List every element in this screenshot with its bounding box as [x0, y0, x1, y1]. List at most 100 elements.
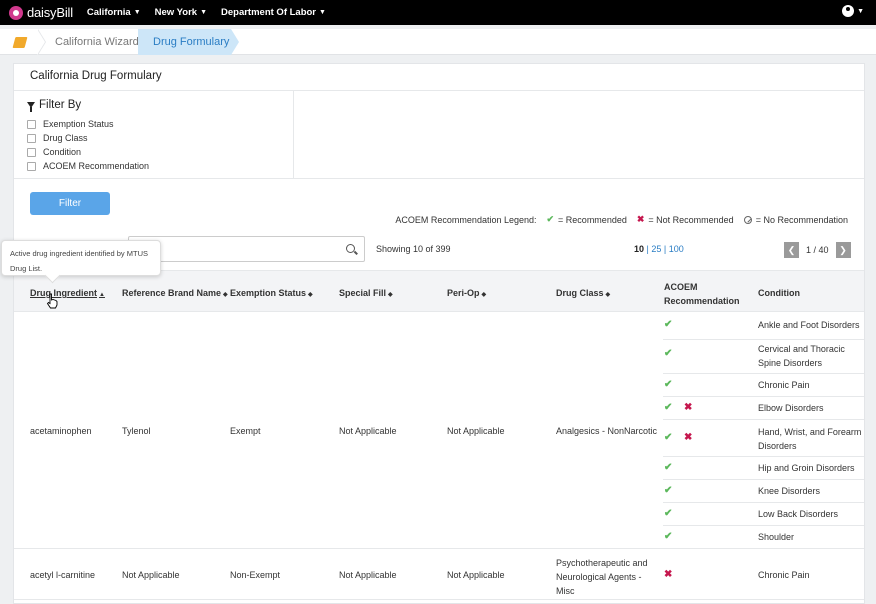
- sort-icon: ◆: [605, 292, 611, 298]
- prev-page-button[interactable]: ❮: [784, 242, 799, 258]
- divider: [663, 479, 864, 480]
- logo-text: daisyBill: [27, 5, 73, 20]
- divider: [663, 456, 864, 457]
- page-size-25[interactable]: | 25: [647, 244, 662, 254]
- user-menu[interactable]: ▼: [842, 5, 864, 17]
- filter-option-label: Condition: [43, 147, 82, 157]
- legend-no-recommendation: = No Recommendation: [755, 214, 848, 225]
- page-size-10[interactable]: 10: [634, 244, 644, 254]
- th-peri-op[interactable]: Peri-Op ◆: [447, 288, 486, 298]
- chevron-down-icon: ▼: [200, 9, 207, 16]
- filter-icon: [27, 102, 35, 112]
- recommended-icon: ✔: [664, 402, 673, 413]
- cell-condition: Chronic Pain: [758, 570, 810, 580]
- recommended-icon: ✔: [664, 348, 673, 359]
- nav-dol-label: Department Of Labor: [221, 7, 317, 18]
- filter-title: Filter By: [27, 99, 82, 112]
- th-acoem-recommendation: ACOEM Recommendation: [664, 282, 740, 306]
- th-label: Peri-Op: [447, 288, 480, 298]
- divider: [663, 419, 864, 420]
- results-count: Showing 10 of 399: [376, 244, 451, 254]
- th-exemption-status[interactable]: Exemption Status ◆: [230, 288, 313, 298]
- daisybill-logo[interactable]: daisyBill: [9, 5, 73, 20]
- filter-button[interactable]: Filter: [30, 192, 110, 215]
- recommended-icon: ✔: [664, 319, 673, 330]
- cell-brand: Not Applicable: [122, 570, 180, 580]
- divider: [663, 502, 864, 503]
- not-recommended-icon: ✖: [684, 432, 693, 443]
- breadcrumb-home[interactable]: [0, 29, 40, 55]
- cell-ingredient: acetyl l-carnitine: [30, 570, 96, 580]
- checkbox[interactable]: [27, 147, 36, 157]
- cell-special-fill: Not Applicable: [339, 570, 397, 580]
- th-special-fill[interactable]: Special Fill ◆: [339, 288, 393, 298]
- table-header: Drug Ingredient ▲ Reference Brand Name ◆ E…: [14, 270, 864, 312]
- recommended-icon: ✔: [664, 432, 673, 443]
- divider: [663, 396, 864, 397]
- cell-condition: Shoulder: [758, 532, 795, 542]
- filter-option-condition[interactable]: Condition: [27, 147, 81, 157]
- cell-condition: Hand, Wrist, and Forearm Disorders: [758, 427, 862, 451]
- recommended-icon: ✔: [664, 508, 673, 519]
- nav-california-label: California: [86, 7, 131, 18]
- recommended-icon: ✔: [664, 462, 673, 473]
- th-drug-class[interactable]: Drug Class ◆: [556, 288, 610, 298]
- nav-department-of-labor[interactable]: Department Of Labor ▼: [221, 7, 326, 18]
- no-recommendation-icon: [743, 215, 752, 224]
- th-label: Reference Brand Name: [122, 288, 222, 298]
- chevron-left-icon: ❮: [787, 244, 796, 255]
- filter-option-exemption-status[interactable]: Exemption Status: [27, 119, 114, 129]
- sort-icon: ◆: [481, 292, 487, 298]
- formulary-card: California Drug Formulary Filter By Exem…: [13, 63, 865, 604]
- filter-option-label: ACOEM Recommendation: [43, 161, 150, 171]
- page-indicator: 1 / 40: [806, 245, 829, 255]
- breadcrumb-california-wizard[interactable]: California Wizard: [55, 36, 139, 48]
- filter-option-label: Drug Class: [43, 133, 88, 143]
- th-reference-brand-name[interactable]: Reference Brand Name ◆: [122, 288, 228, 298]
- search-input[interactable]: [128, 236, 365, 262]
- cell-condition: Cervical and Thoracic Spine Disorders: [758, 344, 845, 368]
- th-label: Drug Class: [556, 288, 604, 298]
- sort-icon: ◆: [223, 292, 228, 298]
- filter-option-label: Exemption Status: [43, 119, 114, 129]
- column-tooltip: Active drug ingredient identified by MTU…: [1, 240, 161, 276]
- cell-brand: Tylenol: [122, 426, 151, 436]
- legend-not-recommended: = Not Recommended: [648, 214, 734, 225]
- page-title: California Drug Formulary: [30, 70, 162, 82]
- chevron-down-icon: ▼: [857, 7, 864, 15]
- wizard-home-icon: [12, 36, 28, 48]
- filter-title-label: Filter By: [39, 99, 82, 111]
- th-label: Exemption Status: [230, 288, 307, 298]
- daisy-logo-icon: [9, 5, 23, 20]
- divider: [663, 525, 864, 526]
- chevron-down-icon: ▼: [319, 9, 326, 16]
- row-divider: [14, 548, 864, 549]
- checkbox[interactable]: [27, 119, 36, 129]
- cross-icon: ✖: [636, 214, 645, 224]
- filter-option-drug-class[interactable]: Drug Class: [27, 133, 88, 143]
- legend-label: ACOEM Recommendation Legend:: [395, 214, 537, 225]
- filter-panel: Filter By Exemption Status Drug Class Co…: [14, 91, 294, 179]
- recommended-icon: ✔: [664, 531, 673, 542]
- cell-peri-op: Not Applicable: [447, 570, 505, 580]
- search-icon[interactable]: [346, 244, 355, 253]
- checkbox[interactable]: [27, 161, 36, 171]
- th-drug-ingredient[interactable]: Drug Ingredient ▲: [30, 288, 105, 298]
- nav-california[interactable]: California ▼: [87, 7, 141, 18]
- breadcrumb-separator: [37, 29, 46, 55]
- cell-drug-class: Analgesics - NonNarcotic: [556, 426, 658, 436]
- page-size-selector: 10 | 25 | 100: [634, 244, 684, 254]
- sort-icon: ◆: [388, 292, 393, 298]
- next-page-button[interactable]: ❯: [835, 242, 851, 258]
- nav-new-york[interactable]: New York ▼: [155, 7, 207, 18]
- checkbox[interactable]: [27, 133, 36, 143]
- check-icon: ✔: [546, 214, 555, 224]
- legend-recommended: = Recommended: [558, 214, 627, 225]
- cell-peri-op: Not Applicable: [447, 426, 505, 436]
- page-size-100[interactable]: | 100: [664, 244, 684, 254]
- filter-option-acoem-recommendation[interactable]: ACOEM Recommendation: [27, 161, 149, 171]
- cell-exemption: Exempt: [230, 426, 261, 436]
- not-recommended-icon: ✖: [684, 402, 693, 413]
- recommended-icon: ✔: [664, 379, 673, 390]
- cell-condition: Ankle and Foot Disorders: [758, 320, 860, 330]
